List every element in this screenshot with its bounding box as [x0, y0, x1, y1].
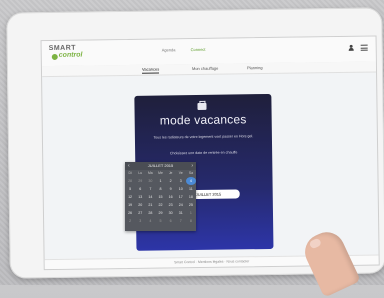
day-cell[interactable]: 3	[135, 217, 145, 225]
day-cell[interactable]: 3	[176, 177, 186, 185]
picker-month: JUILLET 2015	[147, 163, 174, 168]
logo-dot-icon	[51, 53, 58, 61]
day-cell[interactable]: 18	[186, 193, 196, 201]
weekday: Je	[168, 171, 173, 175]
day-cell[interactable]: 8	[155, 185, 165, 193]
next-month-icon[interactable]: ›	[191, 162, 193, 170]
tab-chauffage[interactable]: Mon chauffage	[192, 66, 218, 71]
menu-icon[interactable]	[360, 44, 368, 51]
day-cell[interactable]: 4	[145, 217, 155, 225]
day-cell[interactable]: 17	[176, 193, 186, 201]
day-cell[interactable]: 21	[145, 201, 155, 209]
prev-month-icon[interactable]: ‹	[128, 162, 130, 170]
day-cell[interactable]: 30	[145, 177, 155, 185]
day-cell[interactable]: 22	[155, 201, 165, 209]
status-left: Agenda	[161, 47, 176, 53]
day-cell[interactable]: 5	[155, 217, 165, 225]
picker-header: ‹ JUILLET 2015 ›	[125, 162, 196, 170]
status-right: Connect	[190, 46, 206, 53]
week-row: 12 13 14 15 16 17 18	[125, 193, 196, 201]
tab-vacances[interactable]: Vacances	[141, 66, 160, 74]
day-cell[interactable]: 8	[186, 217, 196, 225]
day-cell[interactable]: 11	[186, 185, 196, 193]
day-cell[interactable]: 23	[166, 201, 176, 209]
day-cell[interactable]: 6	[135, 185, 145, 193]
user-icon[interactable]	[349, 45, 354, 51]
fingernail	[308, 237, 322, 250]
day-cell[interactable]: 28	[125, 177, 135, 185]
day-cell[interactable]: 4	[185, 177, 196, 185]
day-cell[interactable]: 12	[125, 193, 135, 201]
weekday-row: Di Lu Ma Me Je Ve Sa	[125, 170, 196, 177]
weekday: Ma	[147, 171, 153, 175]
card-title: mode vacances	[159, 112, 247, 128]
day-cell[interactable]: 31	[176, 209, 186, 217]
weekday: Me	[158, 171, 163, 175]
day-cell[interactable]: 15	[155, 193, 165, 201]
tab-planning[interactable]: Planning	[247, 65, 263, 70]
day-cell[interactable]: 19	[125, 201, 135, 209]
week-row: 19 20 21 22 23 24 25	[125, 201, 196, 209]
card-description: Tous les radiateurs de votre logement vo…	[153, 134, 254, 140]
day-cell[interactable]: 29	[155, 209, 165, 217]
day-cell[interactable]: 20	[135, 201, 145, 209]
date-picker: ‹ JUILLET 2015 › Di Lu Ma Me Je Ve Sa 28…	[125, 162, 196, 231]
day-cell[interactable]: 27	[135, 209, 145, 217]
day-cell[interactable]: 7	[145, 185, 155, 193]
week-row: 2345678	[125, 217, 196, 225]
day-cell[interactable]: 28	[145, 209, 155, 217]
status-bar: Agenda Connect	[162, 47, 220, 53]
suitcase-icon	[197, 102, 207, 110]
card-instruction: Choisissez une date de rentrée en chauff…	[169, 150, 238, 156]
day-cell[interactable]: 14	[145, 193, 155, 201]
day-cell[interactable]: 5	[125, 185, 135, 193]
day-cell[interactable]: 26	[125, 209, 135, 217]
day-cell[interactable]: 2	[166, 177, 176, 185]
day-grid: 28 29 30 1 2 3 4 5 6 7 8 9 10 11 12 13 14 15 16 17 18 19 20 21 2…	[125, 177, 196, 225]
day-cell[interactable]: 10	[176, 185, 186, 193]
week-row: 26 27 28 29 30 31 1	[125, 209, 196, 217]
day-cell[interactable]: 25	[186, 201, 196, 209]
weekday: Sa	[188, 171, 193, 175]
logo-line2: control	[58, 51, 83, 59]
day-cell[interactable]: 13	[135, 193, 145, 201]
day-cell[interactable]: 6	[166, 217, 176, 225]
day-cell[interactable]: 30	[166, 209, 176, 217]
day-cell[interactable]: 9	[166, 185, 176, 193]
day-cell[interactable]: 1	[155, 177, 165, 185]
day-cell[interactable]: 7	[176, 217, 186, 225]
day-cell[interactable]: 24	[176, 201, 186, 209]
weekday: Lu	[138, 171, 143, 175]
weekday: Di	[128, 171, 132, 175]
app-logo: SMART control	[49, 44, 89, 61]
week-row: 28 29 30 1 2 3 4	[125, 177, 196, 185]
day-cell[interactable]: 1	[186, 209, 196, 217]
week-row: 5 6 7 8 9 10 11	[125, 185, 196, 193]
day-cell[interactable]: 2	[125, 217, 135, 225]
day-cell[interactable]: 16	[166, 193, 176, 201]
day-cell[interactable]: 29	[135, 177, 145, 185]
weekday: Ve	[178, 171, 183, 175]
